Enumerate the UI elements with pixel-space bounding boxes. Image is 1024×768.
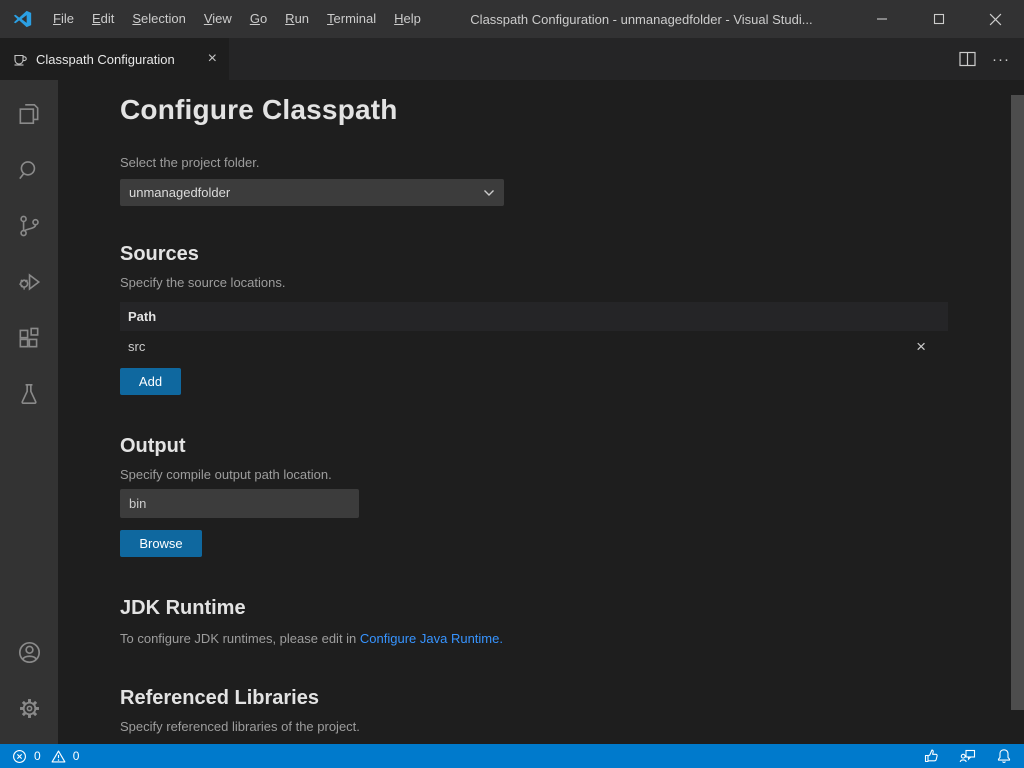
menu-edit[interactable]: Edit (83, 0, 123, 38)
more-actions-button[interactable]: ··· (992, 51, 1010, 68)
output-description: Specify compile output path location. (120, 467, 948, 482)
problems-status[interactable]: 0 0 (12, 749, 84, 764)
testing-beaker-icon (16, 381, 42, 407)
source-row-src: src × (120, 331, 948, 361)
sidebar-item-source-control[interactable] (0, 198, 58, 254)
classpath-configuration-view: Configure Classpath Select the project f… (58, 80, 1024, 734)
scrollbar[interactable] (1011, 95, 1024, 710)
menu-go[interactable]: Go (241, 0, 276, 38)
jdk-text-before: To configure JDK runtimes, please edit i… (120, 631, 360, 646)
tab-close-icon[interactable]: × (208, 51, 217, 67)
delete-source-icon[interactable]: × (916, 338, 926, 355)
window-controls (853, 0, 1024, 38)
editor-area: Configure Classpath Select the project f… (58, 80, 1024, 744)
extensions-icon (16, 325, 42, 351)
menu-view[interactable]: View (195, 0, 241, 38)
page-title: Configure Classpath (120, 94, 948, 126)
maximize-icon (933, 13, 945, 25)
menu-selection[interactable]: Selection (123, 0, 194, 38)
project-folder-value: unmanagedfolder (129, 185, 230, 200)
browse-output-button[interactable]: Browse (120, 530, 202, 557)
sidebar-item-settings[interactable] (0, 680, 58, 736)
main-area: Configure Classpath Select the project f… (0, 80, 1024, 744)
warning-icon (51, 749, 66, 764)
error-icon (12, 749, 27, 764)
error-count: 0 (34, 749, 41, 763)
sidebar-item-account[interactable] (0, 624, 58, 680)
editor-actions: ··· (959, 38, 1024, 80)
sources-table: Path src × (120, 302, 948, 361)
java-cup-icon (12, 51, 28, 67)
source-path-value: src (128, 339, 145, 354)
status-bar-right (923, 748, 1012, 764)
gear-icon (16, 695, 43, 722)
status-bar: 0 0 (0, 744, 1024, 768)
chevron-down-icon (483, 189, 495, 197)
sources-description: Specify the source locations. (120, 275, 948, 290)
account-icon (16, 639, 43, 666)
sidebar-item-explorer[interactable] (0, 86, 58, 142)
window-title: Classpath Configuration - unmanagedfolde… (430, 12, 853, 27)
run-and-debug-icon (16, 269, 42, 295)
tab-bar: Classpath Configuration × ··· (0, 38, 1024, 80)
sidebar-item-run-debug[interactable] (0, 254, 58, 310)
sources-table-header: Path (120, 302, 948, 331)
menu-help[interactable]: Help (385, 0, 430, 38)
minimize-icon (876, 13, 888, 25)
split-editor-button[interactable] (959, 51, 976, 67)
referenced-libraries-description: Specify referenced libraries of the proj… (120, 719, 948, 734)
search-icon (16, 157, 42, 183)
maximize-button[interactable] (910, 0, 967, 38)
output-path-input[interactable] (120, 489, 359, 518)
menu-run[interactable]: Run (276, 0, 318, 38)
configure-java-runtime-link[interactable]: Configure Java Runtime. (360, 631, 503, 646)
output-heading: Output (120, 435, 948, 458)
sidebar-item-extensions[interactable] (0, 310, 58, 366)
menu-file[interactable]: File (44, 0, 83, 38)
close-icon (989, 13, 1002, 26)
jdk-runtime-text: To configure JDK runtimes, please edit i… (120, 631, 948, 646)
menu-terminal[interactable]: Terminal (318, 0, 385, 38)
vscode-logo-icon (0, 9, 44, 29)
feedback-icon[interactable] (959, 748, 976, 764)
explorer-icon (16, 101, 42, 127)
activity-bar (0, 80, 58, 744)
path-column-header: Path (128, 309, 156, 324)
tab-label: Classpath Configuration (36, 52, 175, 67)
referenced-libraries-heading: Referenced Libraries (120, 687, 948, 710)
bell-icon[interactable] (996, 748, 1012, 764)
titlebar: File Edit Selection View Go Run Terminal… (0, 0, 1024, 38)
project-folder-label: Select the project folder. (120, 155, 948, 170)
thumbs-up-icon[interactable] (923, 748, 939, 764)
sidebar-item-testing[interactable] (0, 366, 58, 422)
add-source-button[interactable]: Add (120, 368, 181, 395)
menubar: File Edit Selection View Go Run Terminal… (44, 0, 430, 38)
project-folder-select[interactable]: unmanagedfolder (120, 179, 504, 206)
sidebar-item-search[interactable] (0, 142, 58, 198)
split-editor-icon (959, 51, 976, 67)
tab-classpath-configuration[interactable]: Classpath Configuration × (0, 38, 229, 80)
warning-count: 0 (73, 749, 80, 763)
minimize-button[interactable] (853, 0, 910, 38)
close-window-button[interactable] (967, 0, 1024, 38)
sources-heading: Sources (120, 243, 948, 266)
jdk-runtime-heading: JDK Runtime (120, 597, 948, 620)
source-control-icon (16, 213, 42, 239)
